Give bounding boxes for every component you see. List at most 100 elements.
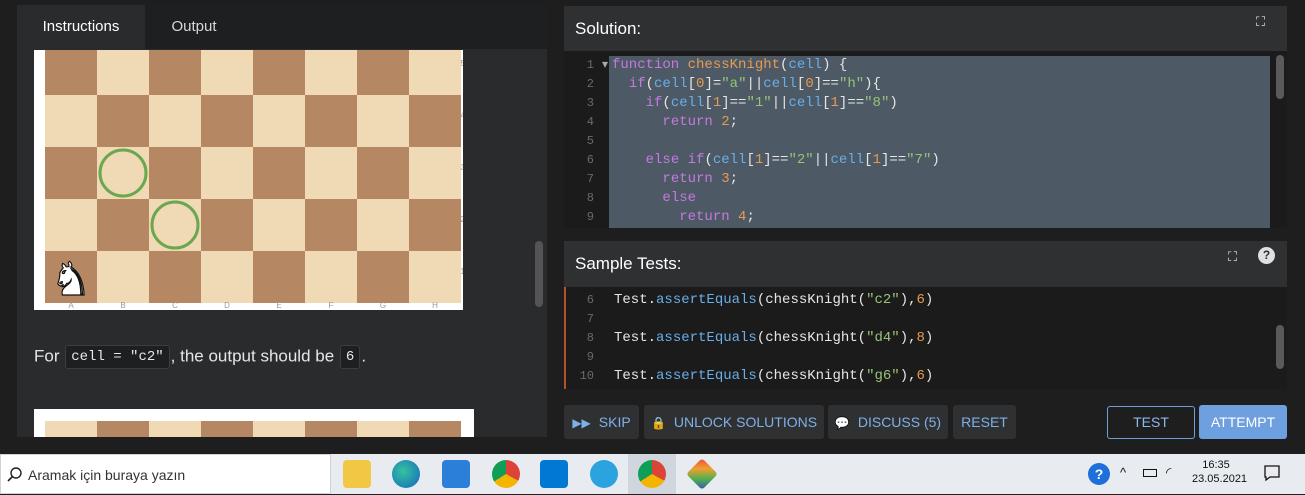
board-square	[253, 421, 305, 437]
board-square	[97, 421, 149, 437]
rank-label: 4	[461, 111, 463, 120]
code-line[interactable]: return 2;	[612, 113, 738, 132]
line-number: 8	[586, 331, 594, 345]
file-label: E	[276, 301, 281, 310]
fast-forward-icon: ▶▶	[572, 416, 591, 430]
board-square	[357, 251, 409, 303]
board-square	[409, 50, 461, 95]
board-square	[97, 199, 149, 251]
board-square	[201, 251, 253, 303]
file-explorer-icon[interactable]	[343, 460, 371, 488]
tab-instructions[interactable]: Instructions	[17, 5, 145, 49]
date: 23.05.2021	[1192, 473, 1248, 485]
code-line[interactable]: return 3;	[612, 170, 738, 189]
board-square	[97, 50, 149, 95]
fold-arrow-icon[interactable]: ▾	[598, 57, 608, 72]
discuss-button[interactable]: 💬 DISCUSS (5)	[828, 405, 948, 439]
desc-middle: , the output should be	[170, 346, 339, 366]
line-number: 2	[586, 77, 594, 91]
search-placeholder: Aramak için buraya yazın	[28, 467, 186, 483]
code-line[interactable]: return 4;	[612, 208, 755, 227]
board-square	[201, 50, 253, 95]
code-line[interactable]: else	[612, 189, 696, 208]
board-square	[409, 199, 461, 251]
code-line[interactable]: Test.assertEquals(chessKnight("d4"),8)	[614, 329, 933, 348]
code-line[interactable]: if(cell[0]="a"||cell[0]=="h"){	[612, 75, 881, 94]
tests-scrollbar[interactable]	[1276, 325, 1284, 369]
board-square	[97, 251, 149, 303]
board-square	[45, 421, 97, 437]
file-label: H	[432, 301, 438, 310]
telegram-icon[interactable]	[590, 460, 618, 488]
test-button[interactable]: TEST	[1107, 406, 1195, 439]
board-square	[97, 95, 149, 147]
file-label: B	[120, 301, 125, 310]
attempt-button[interactable]: ATTEMPT	[1199, 405, 1287, 439]
board-square	[253, 199, 305, 251]
clock[interactable]: 16:35 23.05.2021	[1192, 459, 1248, 485]
line-number: 7	[586, 172, 594, 186]
git-icon[interactable]	[686, 458, 718, 490]
board-square	[409, 147, 461, 199]
line-number: 10	[579, 369, 594, 383]
fullscreen-icon[interactable]: ⛶	[1228, 249, 1237, 265]
chrome-active-icon[interactable]	[638, 460, 666, 488]
skip-label: SKIP	[598, 414, 631, 430]
reset-button[interactable]: RESET	[953, 405, 1016, 439]
board-square	[357, 421, 409, 437]
code-line[interactable]: if(cell[1]=="1"||cell[1]=="8")	[612, 94, 898, 113]
file-label: F	[329, 301, 334, 310]
instructions-scrollbar[interactable]	[535, 241, 543, 307]
rank-label: 2	[461, 215, 463, 224]
taskbar-search[interactable]: Aramak için buraya yazın	[0, 454, 331, 494]
chrome-icon[interactable]	[492, 460, 520, 488]
line-number: 4	[586, 115, 594, 129]
sample-tests-title: Sample Tests:	[575, 254, 682, 273]
code-line[interactable]: Test.assertEquals(chessKnight("c2"),6)	[614, 291, 933, 310]
vscode-icon[interactable]	[540, 460, 568, 488]
tests-editor[interactable]: 6 Test.assertEquals(chessKnight("c2"),6) 7…	[564, 287, 1287, 389]
discuss-label: DISCUSS (5)	[857, 414, 942, 430]
wifi-icon[interactable]: ◜	[1166, 464, 1171, 481]
line-number: 9	[586, 210, 594, 224]
line-number: 6	[586, 153, 594, 167]
code-line[interactable]: function chessKnight(cell) {	[612, 56, 847, 75]
line-number: 6	[586, 293, 594, 307]
board-square	[305, 50, 357, 95]
file-label: G	[380, 301, 386, 310]
desc-suffix: .	[361, 346, 367, 366]
chevron-up-icon[interactable]: ^	[1120, 465, 1126, 480]
chessboard-partial	[45, 421, 461, 437]
fullscreen-icon[interactable]: ⛶	[1256, 14, 1265, 30]
board-square	[149, 147, 201, 199]
battery-icon[interactable]	[1143, 469, 1157, 477]
edge-icon[interactable]	[392, 460, 420, 488]
chat-icon: 💬	[834, 416, 850, 430]
board-square	[201, 421, 253, 437]
code-line[interactable]: Test.assertEquals(chessKnight("g6"),6)	[614, 367, 933, 386]
search-icon	[7, 467, 22, 482]
board-square	[409, 95, 461, 147]
knight-icon: ♞	[50, 252, 91, 306]
solution-title: Solution:	[575, 19, 642, 38]
help-tray-icon[interactable]: ?	[1088, 463, 1110, 485]
editor-scrollbar[interactable]	[1276, 55, 1284, 99]
board-square	[97, 147, 149, 199]
board-square	[253, 50, 305, 95]
tab-output[interactable]: Output	[145, 5, 243, 49]
line-number: 5	[586, 134, 594, 148]
board-square	[305, 421, 357, 437]
board-square	[253, 95, 305, 147]
skip-button[interactable]: ▶▶ SKIP	[564, 405, 639, 439]
board-square	[305, 251, 357, 303]
chessboard: 54321A B C D E F G H♞	[45, 50, 463, 310]
code-line[interactable]: else if(cell[1]=="2"||cell[1]=="7")	[612, 151, 940, 170]
file-label: D	[224, 301, 230, 310]
unlock-solutions-button[interactable]: 🔒 UNLOCK SOLUTIONS	[644, 405, 824, 439]
notifications-icon[interactable]	[1263, 464, 1281, 482]
help-icon[interactable]: ?	[1258, 247, 1275, 264]
store-icon[interactable]	[442, 460, 470, 488]
solution-editor[interactable]: 1 ▾ function chessKnight(cell) {2 if(cell[…	[564, 51, 1287, 228]
line-number: 9	[586, 350, 594, 364]
board-square	[149, 251, 201, 303]
